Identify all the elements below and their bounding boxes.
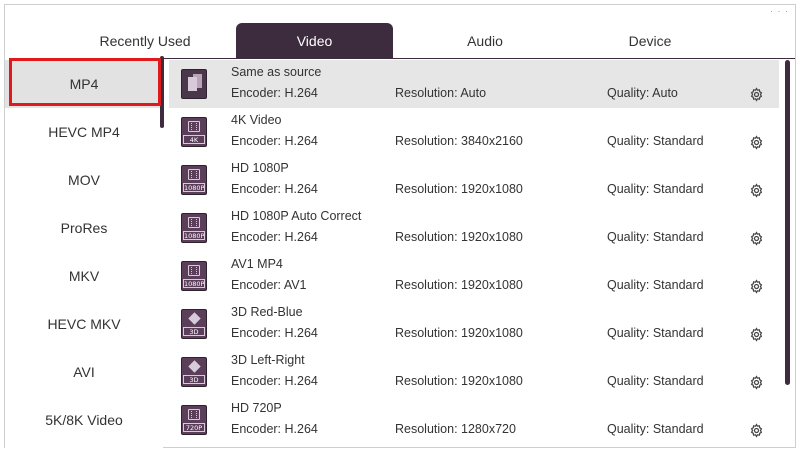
tab-recently-used[interactable]: Recently Used xyxy=(45,23,245,59)
film-1080p-icon: 1080P xyxy=(181,213,207,243)
gear-icon[interactable] xyxy=(749,327,764,342)
preset-row[interactable]: 4K 4K Video Encoder: H.264 Resolution: 3… xyxy=(169,108,779,156)
preset-row[interactable]: Same as source Encoder: H.264 Resolution… xyxy=(169,60,779,108)
preset-encoder: Encoder: H.264 xyxy=(231,374,318,388)
tab-device[interactable]: Device xyxy=(550,23,750,59)
preset-quality: Quality: Standard xyxy=(607,230,704,244)
gear-icon[interactable] xyxy=(749,279,764,294)
preset-encoder: Encoder: H.264 xyxy=(231,230,318,244)
preset-quality: Quality: Standard xyxy=(607,422,704,436)
icon-badge: 1080P xyxy=(183,231,205,240)
gear-icon[interactable] xyxy=(749,87,764,102)
preset-name: 4K Video xyxy=(231,113,282,127)
same-as-source-icon xyxy=(181,69,207,99)
preset-quality: Quality: Auto xyxy=(607,86,678,100)
preset-name: 3D Red-Blue xyxy=(231,305,303,319)
preset-encoder: Encoder: H.264 xyxy=(231,326,318,340)
window-dots: · · · xyxy=(770,6,789,16)
gear-icon[interactable] xyxy=(749,135,764,150)
preset-row[interactable]: 1080P HD 1080P Encoder: H.264 Resolution… xyxy=(169,156,779,204)
sidebar-item-avi[interactable]: AVI xyxy=(5,348,163,396)
icon-badge: 4K xyxy=(183,135,205,144)
format-tabs: Recently Used Audio Device Video xyxy=(5,19,795,59)
preset-resolution: Resolution: 3840x2160 xyxy=(395,134,523,148)
preset-name: 3D Left-Right xyxy=(231,353,305,367)
preset-resolution: Resolution: 1920x1080 xyxy=(395,182,523,196)
preset-quality: Quality: Standard xyxy=(607,134,704,148)
sidebar-item-mp4[interactable]: MP4 xyxy=(5,60,163,108)
preset-name: AV1 MP4 xyxy=(231,257,283,271)
gear-icon[interactable] xyxy=(749,375,764,390)
cube-3d-icon: 3D xyxy=(181,357,207,387)
preset-resolution: Resolution: 1920x1080 xyxy=(395,374,523,388)
preset-name: Same as source xyxy=(231,65,322,79)
gear-icon[interactable] xyxy=(749,231,764,246)
preset-row[interactable]: 720P HD 720P Encoder: H.264 Resolution: … xyxy=(169,396,779,444)
format-dialog: · · · Recently Used Audio Device Video M… xyxy=(4,4,796,448)
preset-row[interactable]: 3D 3D Left-Right Encoder: H.264 Resoluti… xyxy=(169,348,779,396)
preset-list-scrollbar[interactable] xyxy=(785,60,790,385)
sidebar-item-hevc-mkv[interactable]: HEVC MKV xyxy=(5,300,163,348)
sidebar-item-5k-8k-video[interactable]: 5K/8K Video xyxy=(5,396,163,444)
preset-name: HD 1080P xyxy=(231,161,289,175)
cube-3d-icon: 3D xyxy=(181,309,207,339)
film-4k-icon: 4K xyxy=(181,117,207,147)
tab-video[interactable]: Video xyxy=(236,23,393,59)
preset-resolution: Resolution: 1280x720 xyxy=(395,422,516,436)
sidebar-item-mov[interactable]: MOV xyxy=(5,156,163,204)
preset-quality: Quality: Standard xyxy=(607,182,704,196)
preset-row[interactable]: 1080P AV1 MP4 Encoder: AV1 Resolution: 1… xyxy=(169,252,779,300)
preset-encoder: Encoder: AV1 xyxy=(231,278,307,292)
icon-badge: 3D xyxy=(183,327,205,336)
preset-encoder: Encoder: H.264 xyxy=(231,86,318,100)
preset-name: HD 1080P Auto Correct xyxy=(231,209,362,223)
preset-encoder: Encoder: H.264 xyxy=(231,422,318,436)
film-1080p-icon: 1080P xyxy=(181,165,207,195)
preset-resolution: Resolution: 1920x1080 xyxy=(395,326,523,340)
preset-name: HD 720P xyxy=(231,401,282,415)
preset-row[interactable]: 3D 3D Red-Blue Encoder: H.264 Resolution… xyxy=(169,300,779,348)
preset-resolution: Resolution: 1920x1080 xyxy=(395,230,523,244)
icon-badge: 1080P xyxy=(183,183,205,192)
preset-encoder: Encoder: H.264 xyxy=(231,182,318,196)
icon-badge: 1080P xyxy=(183,279,205,288)
preset-quality: Quality: Standard xyxy=(607,278,704,292)
icon-badge: 3D xyxy=(183,375,205,384)
gear-icon[interactable] xyxy=(749,423,764,438)
preset-quality: Quality: Standard xyxy=(607,326,704,340)
preset-encoder: Encoder: H.264 xyxy=(231,134,318,148)
sidebar-item-hevc-mp4[interactable]: HEVC MP4 xyxy=(5,108,163,156)
sidebar-item-prores[interactable]: ProRes xyxy=(5,204,163,252)
preset-row[interactable]: 1080P HD 1080P Auto Correct Encoder: H.2… xyxy=(169,204,779,252)
gear-icon[interactable] xyxy=(749,183,764,198)
preset-quality: Quality: Standard xyxy=(607,374,704,388)
preset-list: Same as source Encoder: H.264 Resolution… xyxy=(169,56,779,448)
icon-badge: 720P xyxy=(183,423,205,432)
sidebar-item-mkv[interactable]: MKV xyxy=(5,252,163,300)
film-1080p-icon: 1080P xyxy=(181,261,207,291)
sidebar-scrollbar[interactable] xyxy=(160,56,164,128)
preset-resolution: Resolution: Auto xyxy=(395,86,487,100)
format-sidebar: MP4 HEVC MP4 MOV ProRes MKV HEVC MKV AVI… xyxy=(5,56,164,448)
preset-resolution: Resolution: 1920x1080 xyxy=(395,278,523,292)
film-720p-icon: 720P xyxy=(181,405,207,435)
